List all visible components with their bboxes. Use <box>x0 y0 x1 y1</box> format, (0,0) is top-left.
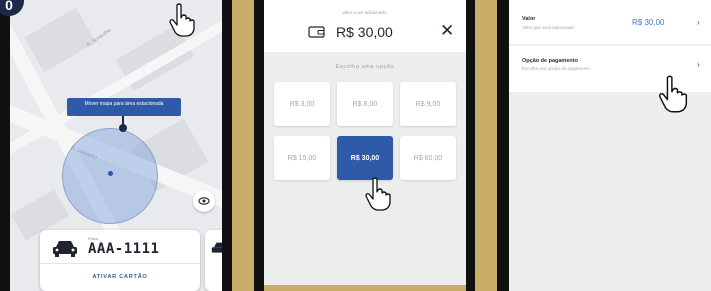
vehicle-card[interactable]: Placa AAA-1111 ATIVAR CARTÃO <box>40 230 200 291</box>
current-value: R$ 30,00 <box>336 24 393 40</box>
option-button[interactable]: R$ 9,00 <box>400 82 456 126</box>
value-row-title: Valor <box>522 16 536 22</box>
location-dot <box>108 171 113 176</box>
hand-pointer-icon <box>365 177 391 211</box>
car-icon <box>53 241 77 257</box>
bottom-bar <box>264 285 466 291</box>
phone-value: Valor a ser adicionado R$ 30,00 ✕ Escolh… <box>254 0 475 291</box>
activate-card-button[interactable]: ATIVAR CARTÃO <box>40 274 200 280</box>
option-button-selected[interactable]: R$ 30,00 <box>337 136 393 180</box>
eye-icon <box>198 197 210 205</box>
value-screen: Valor a ser adicionado R$ 30,00 ✕ Escolh… <box>264 0 466 291</box>
eye-button[interactable] <box>193 190 215 212</box>
car-icon <box>211 242 222 253</box>
phone-payment: Valor Valor que será adicionado R$ 30,00… <box>497 0 711 291</box>
plate-number: AAA-1111 <box>88 241 160 257</box>
parking-area-circle <box>62 128 158 224</box>
wallet-icon <box>308 26 325 38</box>
stage: R. Sorocaba R. Camacho Mover mapa para á… <box>0 0 711 291</box>
close-icon[interactable]: ✕ <box>440 22 454 39</box>
option-button[interactable]: R$ 6,00 <box>337 82 393 126</box>
map-screen[interactable]: R. Sorocaba R. Camacho Mover mapa para á… <box>10 0 222 291</box>
map-tooltip: Mover mapa para área estacionada <box>67 98 181 116</box>
value-subtitle: Valor a ser adicionado <box>342 10 387 15</box>
hand-pointer-icon <box>169 3 195 37</box>
backdrop-strip <box>232 0 254 291</box>
options-panel: Escolha uma opção R$ 3,00 R$ 6,00 R$ 9,0… <box>264 52 466 291</box>
value-header: Valor a ser adicionado R$ 30,00 ✕ <box>264 0 466 52</box>
map-pin-icon[interactable] <box>119 124 127 132</box>
value-row-amount: R$ 30,00 <box>632 18 665 27</box>
backdrop-strip <box>475 0 497 291</box>
payment-row-title: Opção de pagamento <box>522 58 578 64</box>
value-row[interactable]: Valor Valor que será adicionado R$ 30,00… <box>509 0 711 44</box>
options-prompt: Escolha uma opção <box>335 64 395 70</box>
map-block <box>24 7 96 73</box>
chevron-right-icon: › <box>697 18 700 27</box>
vehicle-card-next[interactable] <box>205 230 222 291</box>
value-row-subtitle: Valor que será adicionado <box>522 25 574 30</box>
payment-screen: Valor Valor que será adicionado R$ 30,00… <box>509 0 711 291</box>
payment-row-subtitle: Escolha sua opção de pagamento <box>522 66 591 71</box>
option-button[interactable]: R$ 3,00 <box>274 82 330 126</box>
hand-pointer-icon <box>658 75 688 113</box>
option-button[interactable]: R$ 60,00 <box>400 136 456 180</box>
option-button[interactable]: R$ 15,00 <box>274 136 330 180</box>
divider <box>40 263 200 264</box>
phone-map: R. Sorocaba R. Camacho Mover mapa para á… <box>0 0 232 291</box>
chevron-right-icon: › <box>697 60 700 69</box>
